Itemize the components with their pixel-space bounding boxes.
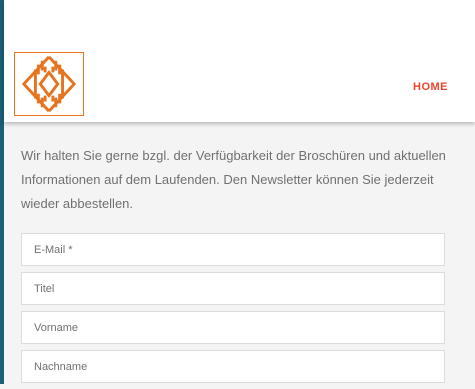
title-field[interactable] [21,272,445,305]
diamond-stripes-logo-icon [21,55,77,113]
nav-home-link[interactable]: HOME [413,81,448,93]
email-field[interactable] [21,233,445,266]
firstname-field[interactable] [21,311,445,344]
lastname-field[interactable] [21,350,445,383]
site-header: HOME [4,0,475,122]
newsletter-intro-text: Wir halten Sie gerne bzgl. der Verfügbar… [21,148,446,211]
newsletter-section: Wir halten Sie gerne bzgl. der Verfügbar… [21,122,451,389]
newsletter-form [21,233,451,383]
site-logo[interactable] [14,52,84,116]
